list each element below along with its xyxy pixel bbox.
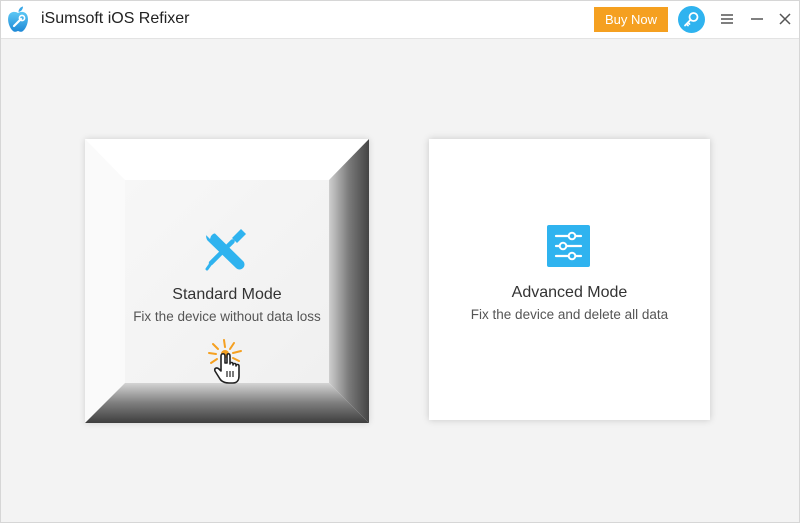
standard-mode-description: Fix the device without data loss	[133, 309, 321, 324]
close-icon	[779, 13, 791, 25]
hand-cursor-icon	[208, 339, 242, 384]
close-button[interactable]	[775, 9, 795, 29]
advanced-mode-description: Fix the device and delete all data	[470, 307, 669, 322]
minimize-icon	[751, 18, 763, 20]
register-button[interactable]	[678, 6, 705, 33]
buy-now-button[interactable]: Buy Now	[594, 7, 668, 32]
apple-wrench-logo-icon	[6, 6, 30, 33]
title-bar: iSumsoft iOS Refixer Buy Now	[1, 1, 799, 39]
advanced-mode-card[interactable]: Advanced Mode Fix the device and delete …	[429, 139, 710, 420]
menu-icon	[721, 14, 733, 24]
sliders-icon	[547, 225, 590, 267]
standard-mode-title: Standard Mode	[172, 286, 282, 303]
app-window: iSumsoft iOS Refixer Buy Now Standard Mo…	[0, 0, 800, 523]
key-icon	[684, 12, 699, 27]
app-title: iSumsoft iOS Refixer	[41, 10, 190, 27]
menu-button[interactable]	[717, 9, 737, 29]
tools-icon	[205, 228, 246, 271]
advanced-mode-title: Advanced Mode	[511, 284, 628, 301]
minimize-button[interactable]	[747, 9, 767, 29]
